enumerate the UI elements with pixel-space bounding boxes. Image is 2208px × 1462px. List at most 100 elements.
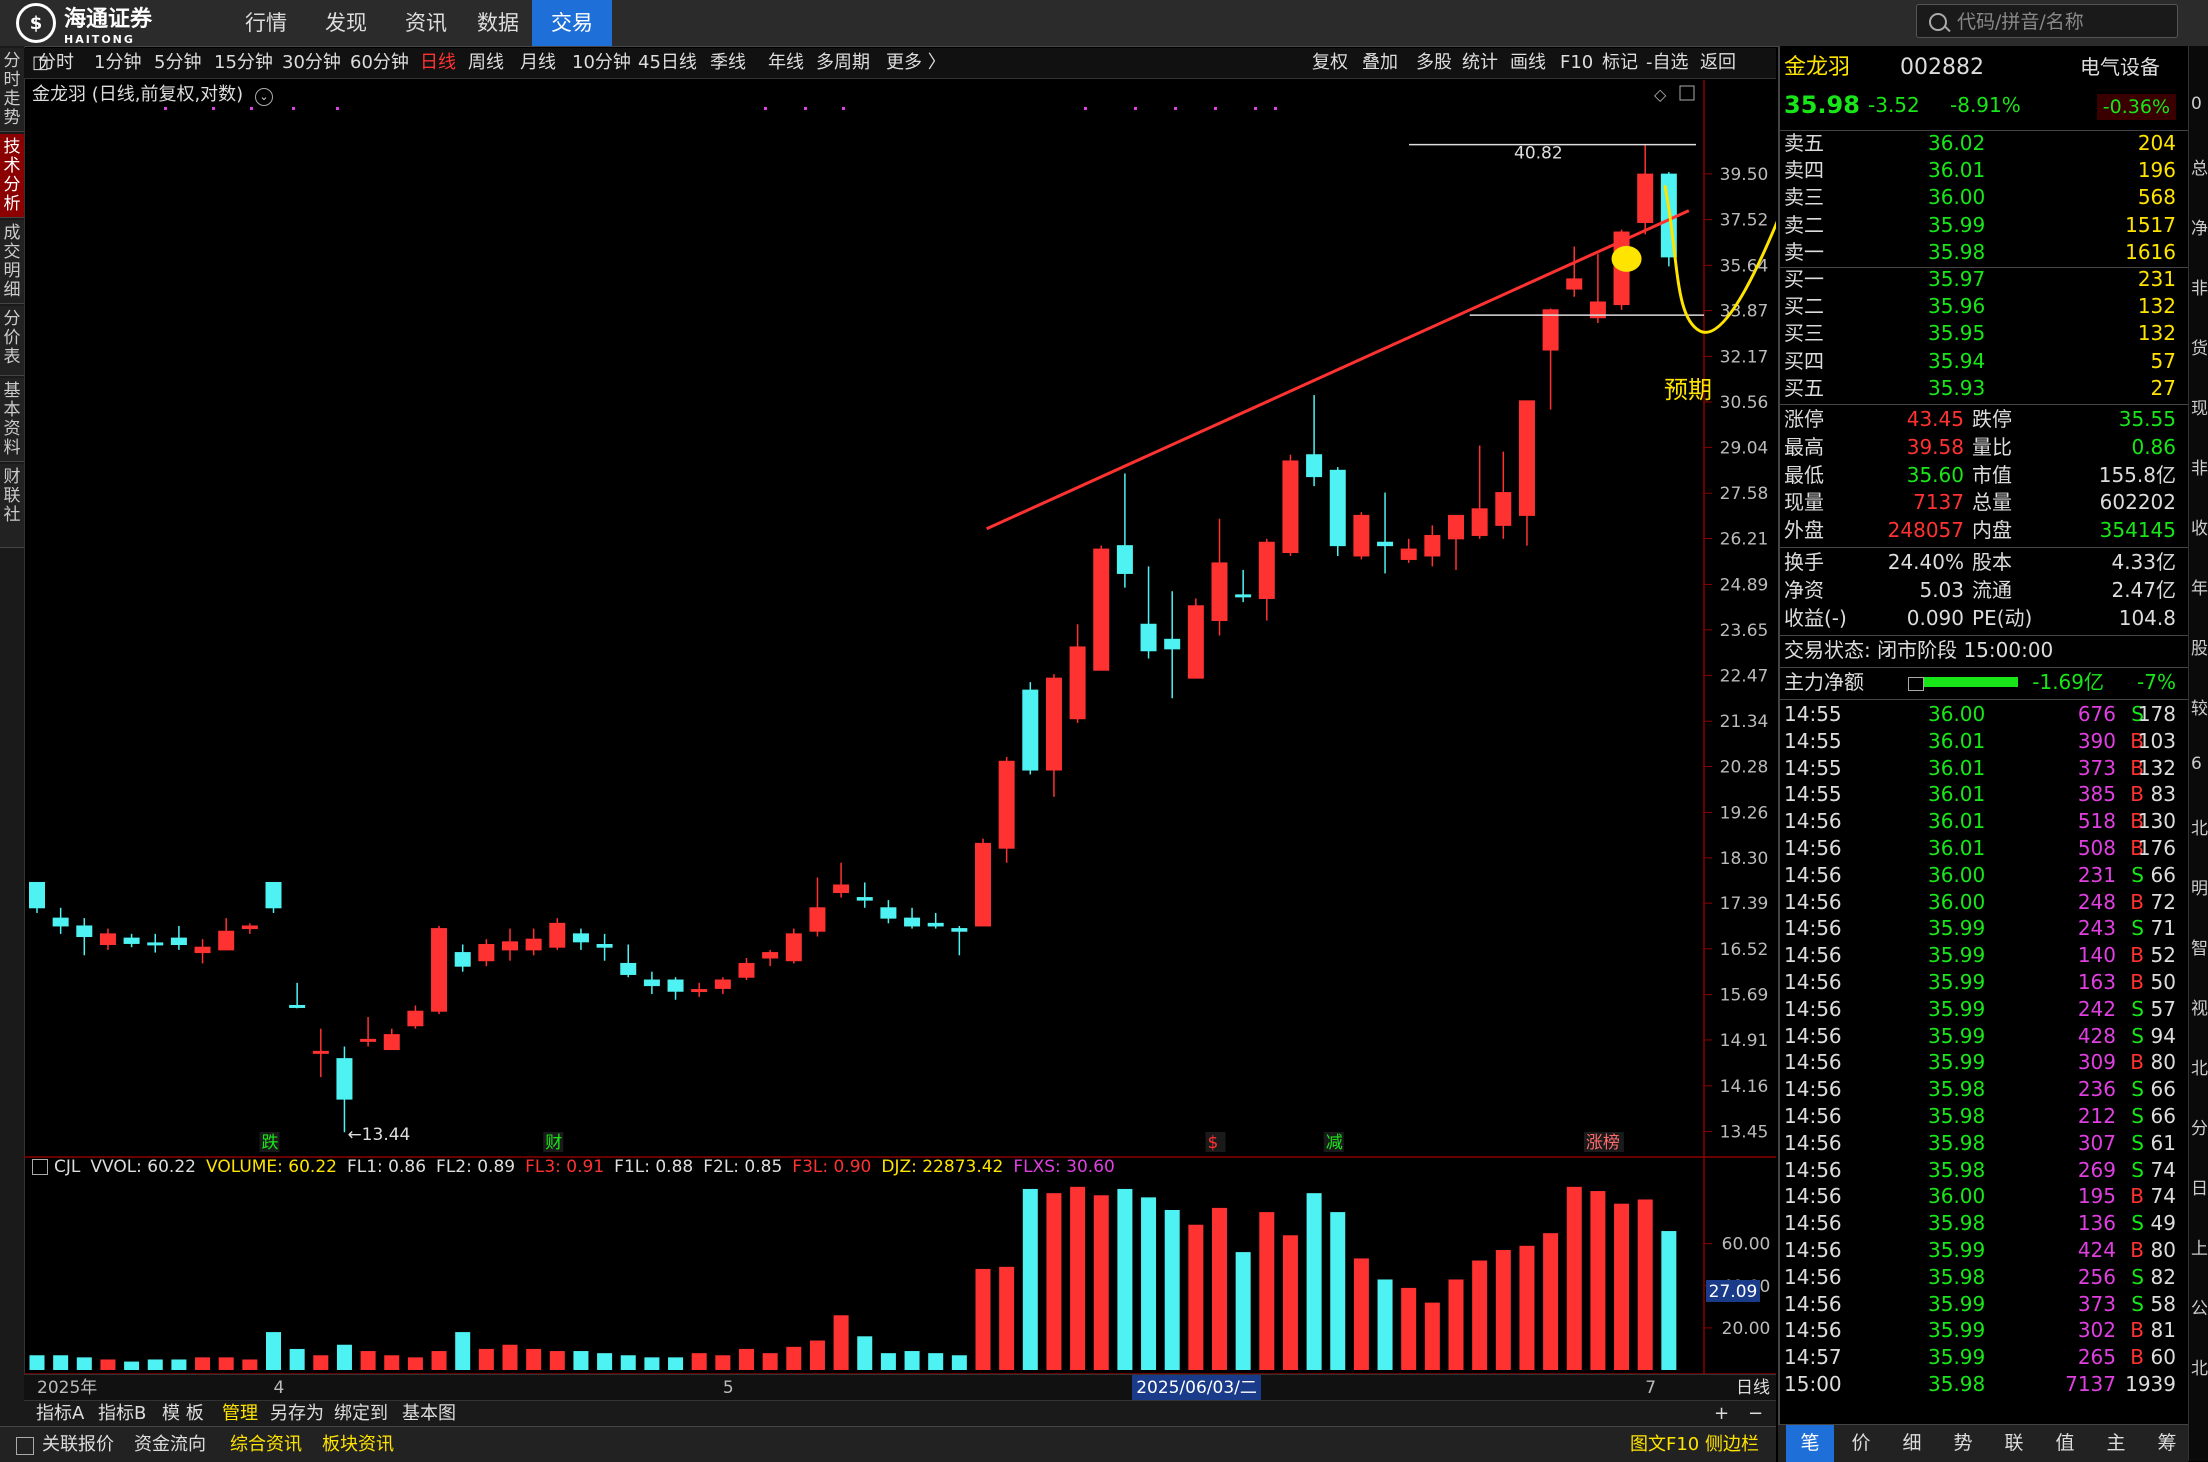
strip-label[interactable]: 非 [2191,454,2208,479]
tab-bind-to[interactable]: 绑定到 [334,1401,388,1427]
f10-sidebar-button[interactable]: 图文F10 侧边栏 [1630,1427,1759,1462]
tab-comprehensive-news[interactable]: 综合资讯 [230,1427,302,1462]
chart-toolbar: ◫ 分时 1分钟 5分钟 15分钟 30分钟 60分钟 日线 周线 月线 10分钟 45日线 季线 年线… [24,48,1776,79]
quote-tab-6[interactable]: 主 [2092,1425,2140,1462]
search-input[interactable]: 代码/拼音/名称 [1916,4,2178,38]
tab-sector-news[interactable]: 板块资讯 [322,1427,394,1462]
tool-8[interactable]: 返回 [1700,48,1736,78]
tab-cls[interactable]: 财联社 [0,464,24,548]
strip-label[interactable]: 年 [2191,574,2208,599]
period-9[interactable]: 10分钟 [572,48,631,78]
strip-label[interactable]: 0 [2191,94,2202,114]
period-2[interactable]: 5分钟 [154,48,201,78]
strip-label[interactable]: 股 [2191,634,2208,659]
stat-value: 0.090 [1906,606,1964,630]
square-icon[interactable] [16,1437,34,1455]
tool-4[interactable]: 画线 [1510,48,1546,78]
strip-label[interactable]: 货 [2191,334,2208,359]
tab-template[interactable]: 模 板 [162,1401,204,1427]
nav-trade[interactable]: 交易 [532,0,612,46]
candle-body [1235,594,1252,598]
quote-tab-7[interactable]: 筹 [2143,1425,2191,1462]
strip-label[interactable]: 收 [2191,514,2208,539]
tab-indicator-a[interactable]: 指标A [36,1401,84,1427]
period-1[interactable]: 1分钟 [94,48,141,78]
strip-label[interactable]: 公 [2191,1294,2208,1319]
tab-trade-detail[interactable]: 成交明细 [0,220,24,304]
strip-label[interactable]: 北 [2191,814,2208,839]
y-tick-label: 18.30 [1720,849,1769,869]
quote-tab-5[interactable]: 值 [2041,1425,2089,1462]
tab-manage[interactable]: 管理 [222,1401,258,1427]
tool-0[interactable]: 复权 [1312,48,1348,78]
nav-data[interactable]: 数据 [464,0,532,46]
quote-tab-0[interactable]: 笔 [1786,1425,1834,1462]
tool-6[interactable]: 标记 [1602,48,1638,78]
bid-volume: 132 [2137,294,2176,319]
strip-label[interactable]: 北 [2191,1354,2208,1379]
tab-intraday[interactable]: 分时走势 [0,48,24,132]
tab-fundamentals[interactable]: 基本资料 [0,378,24,462]
tab-related-quotes[interactable]: 关联报价 [42,1427,114,1462]
nav-market[interactable]: 行情 [232,0,300,46]
volume-bar [1614,1203,1630,1370]
strip-label[interactable]: 上 [2191,1234,2208,1259]
period-13[interactable]: 多周期 [816,48,870,78]
ask-price: 35.99 [1928,212,1986,237]
tool-3[interactable]: 统计 [1462,48,1498,78]
strip-label[interactable]: 现 [2191,394,2208,419]
strip-label[interactable]: 较 [2191,694,2208,719]
quote-tab-2[interactable]: 细 [1888,1425,1936,1462]
tab-technical[interactable]: 技术分析 [0,134,24,218]
strip-label[interactable]: 净 [2191,214,2208,239]
kline-chart[interactable]: ◇39.5037.5235.6433.8732.1730.5629.0427.5… [24,80,1776,1374]
strip-label[interactable]: 非 [2191,274,2208,299]
tool-1[interactable]: 叠加 [1362,48,1398,78]
tick-side: S [2131,996,2144,1021]
stat-row: 净资 5.03 流通 2.47亿 [1780,577,2190,604]
nav-news[interactable]: 资讯 [392,0,460,46]
period-0[interactable]: 分时 [38,48,74,78]
tick-price: 36.01 [1928,755,1986,780]
strip-label[interactable]: 6 [2191,754,2202,774]
tab-indicator-b[interactable]: 指标B [98,1401,146,1427]
strip-label[interactable]: 明 [2191,874,2208,899]
flow-settings-icon[interactable] [1908,677,1924,691]
zoom-out-button[interactable]: − [1748,1401,1763,1427]
zoom-in-button[interactable]: + [1714,1401,1729,1427]
period-7[interactable]: 周线 [468,48,504,78]
strip-label[interactable]: 日 [2191,1174,2208,1199]
volume-settings-icon[interactable] [32,1159,48,1175]
period-label[interactable]: 日线 [1736,1375,1770,1401]
tool-5[interactable]: F10 [1560,48,1593,78]
quote-tab-4[interactable]: 联 [1990,1425,2038,1462]
candle [1589,253,1606,324]
period-3[interactable]: 15分钟 [214,48,273,78]
period-6[interactable]: 日线 [420,48,456,78]
strip-label[interactable]: 北 [2191,1054,2208,1079]
period-5[interactable]: 60分钟 [350,48,409,78]
quote-tab-1[interactable]: 价 [1837,1425,1885,1462]
tick-row: 14:55 36.01 390 B 103 [1780,728,2190,755]
volume-bar [147,1359,163,1370]
tab-fund-flow[interactable]: 资金流向 [134,1427,206,1462]
period-4[interactable]: 30分钟 [282,48,341,78]
strip-label[interactable]: 视 [2191,994,2208,1019]
quote-tab-3[interactable]: 势 [1939,1425,1987,1462]
period-10[interactable]: 45日线 [638,48,697,78]
tab-price-table[interactable]: 分价表 [0,306,24,376]
tick-price: 35.98 [1928,1264,1986,1289]
strip-label[interactable]: 智 [2191,934,2208,959]
period-12[interactable]: 年线 [768,48,804,78]
tool-7[interactable]: -自选 [1646,48,1689,78]
period-14[interactable]: 更多 〉 [886,48,946,78]
tab-basic-chart[interactable]: 基本图 [402,1401,456,1427]
strip-label[interactable]: 分 [2191,1114,2208,1139]
period-11[interactable]: 季线 [710,48,746,78]
tick-price: 36.01 [1928,809,1986,834]
strip-label[interactable]: 总 [2191,154,2208,179]
nav-discover[interactable]: 发现 [312,0,380,46]
period-8[interactable]: 月线 [520,48,556,78]
tool-2[interactable]: 多股 [1416,48,1452,78]
tab-save-as[interactable]: 另存为 [270,1401,324,1427]
